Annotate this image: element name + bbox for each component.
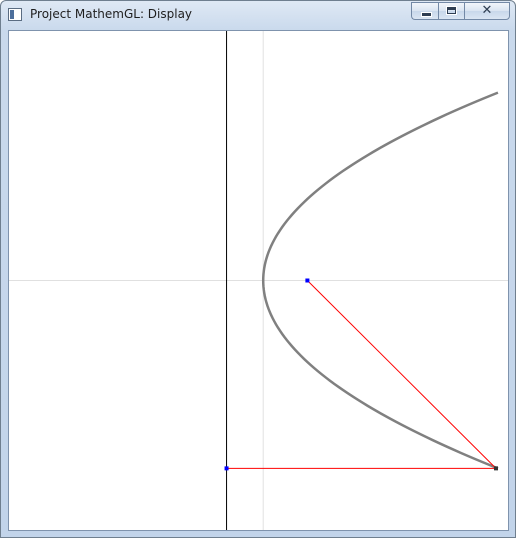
minimize-button[interactable] [411, 2, 438, 20]
app-window: Project MathemGL: Display ✕ [0, 0, 516, 538]
maximize-button[interactable] [438, 2, 464, 20]
title-bar[interactable]: Project MathemGL: Display ✕ [1, 1, 515, 30]
display-canvas[interactable] [8, 30, 509, 531]
maximize-icon [446, 6, 457, 15]
minimize-icon [421, 12, 432, 17]
close-button[interactable]: ✕ [464, 2, 510, 20]
plot-area[interactable] [9, 31, 508, 530]
close-icon: ✕ [481, 3, 493, 18]
caption-buttons: ✕ [411, 2, 510, 21]
segment-focus-to-curve_point [307, 280, 497, 469]
point-focus [305, 278, 310, 283]
point-curve-point [494, 466, 498, 471]
point-directrix-foot [224, 466, 229, 471]
window-title: Project MathemGL: Display [30, 7, 193, 21]
app-window-icon[interactable] [8, 8, 22, 21]
